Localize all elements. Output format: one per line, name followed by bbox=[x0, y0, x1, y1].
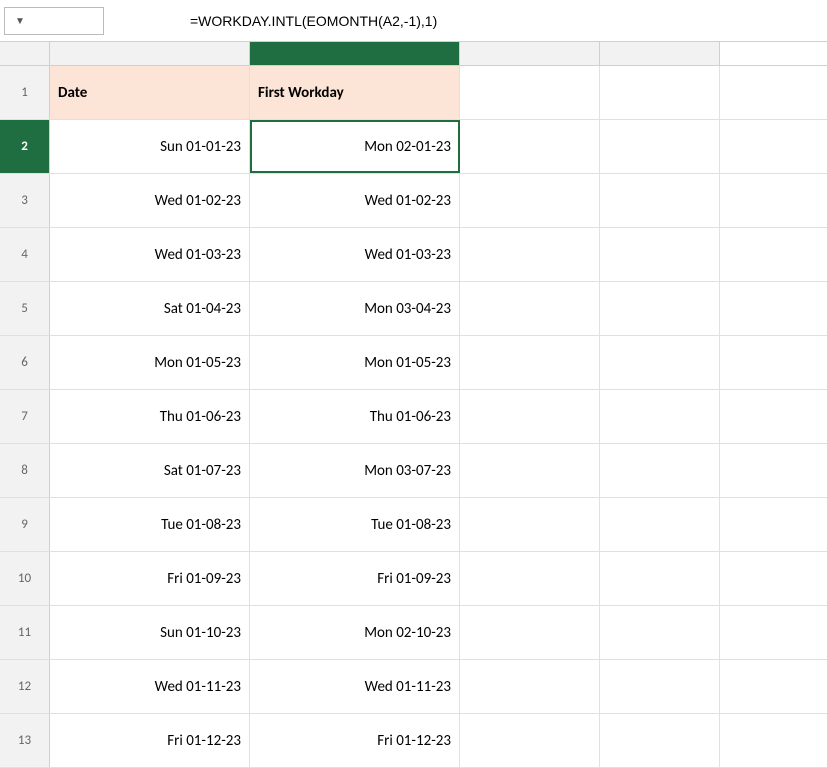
col-header-b[interactable] bbox=[250, 42, 460, 65]
cell-b-10[interactable]: Fri 01-09-23 bbox=[250, 552, 460, 605]
cell-a-9[interactable]: Tue 01-08-23 bbox=[50, 498, 250, 551]
cell-a-12[interactable]: Wed 01-11-23 bbox=[50, 660, 250, 713]
grid-rows: 1 Date First Workday 2 Sun 01-01-23 Mon … bbox=[0, 66, 827, 768]
table-row: 1 Date First Workday bbox=[0, 66, 827, 120]
cell-d-5[interactable] bbox=[600, 282, 720, 335]
cell-c-6[interactable] bbox=[460, 336, 600, 389]
row-number-11: 11 bbox=[0, 606, 50, 659]
cell-a-13[interactable]: Fri 01-12-23 bbox=[50, 714, 250, 767]
cell-c-4[interactable] bbox=[460, 228, 600, 281]
cell-b-6[interactable]: Mon 01-05-23 bbox=[250, 336, 460, 389]
row-number-3: 3 bbox=[0, 174, 50, 227]
cell-d-6[interactable] bbox=[600, 336, 720, 389]
table-row: 12 Wed 01-11-23 Wed 01-11-23 bbox=[0, 660, 827, 714]
cell-c-8[interactable] bbox=[460, 444, 600, 497]
cell-b-2[interactable]: Mon 02-01-23 bbox=[250, 120, 460, 173]
formula-ellipsis-button[interactable] bbox=[110, 10, 132, 32]
cell-d-7[interactable] bbox=[600, 390, 720, 443]
cell-b-8[interactable]: Mon 03-07-23 bbox=[250, 444, 460, 497]
cell-d-10[interactable] bbox=[600, 552, 720, 605]
row-number-8: 8 bbox=[0, 444, 50, 497]
cell-c-2[interactable] bbox=[460, 120, 600, 173]
formula-confirm-button[interactable] bbox=[158, 10, 180, 32]
col-header-d[interactable] bbox=[600, 42, 720, 65]
table-row: 4 Wed 01-03-23 Wed 01-03-23 bbox=[0, 228, 827, 282]
table-row: 5 Sat 01-04-23 Mon 03-04-23 bbox=[0, 282, 827, 336]
cell-a-1[interactable]: Date bbox=[50, 66, 250, 119]
cell-d-1[interactable] bbox=[600, 66, 720, 119]
cell-c-10[interactable] bbox=[460, 552, 600, 605]
cell-a-6[interactable]: Mon 01-05-23 bbox=[50, 336, 250, 389]
table-row: 7 Thu 01-06-23 Thu 01-06-23 bbox=[0, 390, 827, 444]
cell-c-12[interactable] bbox=[460, 660, 600, 713]
row-number-6: 6 bbox=[0, 336, 50, 389]
row-number-7: 7 bbox=[0, 390, 50, 443]
col-header-c[interactable] bbox=[460, 42, 600, 65]
cell-a-8[interactable]: Sat 01-07-23 bbox=[50, 444, 250, 497]
cell-a-10[interactable]: Fri 01-09-23 bbox=[50, 552, 250, 605]
formula-cancel-button[interactable] bbox=[134, 10, 156, 32]
cell-c-5[interactable] bbox=[460, 282, 600, 335]
cell-d-11[interactable] bbox=[600, 606, 720, 659]
cell-d-9[interactable] bbox=[600, 498, 720, 551]
spreadsheet-grid: 1 Date First Workday 2 Sun 01-01-23 Mon … bbox=[0, 42, 827, 768]
cell-b-13[interactable]: Fri 01-12-23 bbox=[250, 714, 460, 767]
cell-a-7[interactable]: Thu 01-06-23 bbox=[50, 390, 250, 443]
formula-bar-buttons bbox=[110, 10, 180, 32]
col-header-a[interactable] bbox=[50, 42, 250, 65]
cell-c-1[interactable] bbox=[460, 66, 600, 119]
row-number-10: 10 bbox=[0, 552, 50, 605]
column-headers-row bbox=[0, 42, 827, 66]
row-number-4: 4 bbox=[0, 228, 50, 281]
cell-d-2[interactable] bbox=[600, 120, 720, 173]
table-row: 10 Fri 01-09-23 Fri 01-09-23 bbox=[0, 552, 827, 606]
row-number-1: 1 bbox=[0, 66, 50, 119]
cell-b-7[interactable]: Thu 01-06-23 bbox=[250, 390, 460, 443]
table-row: 6 Mon 01-05-23 Mon 01-05-23 bbox=[0, 336, 827, 390]
cell-a-3[interactable]: Wed 01-02-23 bbox=[50, 174, 250, 227]
row-number-5: 5 bbox=[0, 282, 50, 335]
row-number-12: 12 bbox=[0, 660, 50, 713]
table-row: 8 Sat 01-07-23 Mon 03-07-23 bbox=[0, 444, 827, 498]
cell-a-11[interactable]: Sun 01-10-23 bbox=[50, 606, 250, 659]
cell-a-4[interactable]: Wed 01-03-23 bbox=[50, 228, 250, 281]
cell-c-9[interactable] bbox=[460, 498, 600, 551]
cell-name-box[interactable]: ▼ bbox=[4, 7, 104, 35]
table-row: 13 Fri 01-12-23 Fri 01-12-23 bbox=[0, 714, 827, 768]
formula-input[interactable] bbox=[186, 7, 823, 35]
cell-d-13[interactable] bbox=[600, 714, 720, 767]
row-number-13: 13 bbox=[0, 714, 50, 767]
cell-c-11[interactable] bbox=[460, 606, 600, 659]
cell-c-3[interactable] bbox=[460, 174, 600, 227]
cell-b-1[interactable]: First Workday bbox=[250, 66, 460, 119]
cell-b-5[interactable]: Mon 03-04-23 bbox=[250, 282, 460, 335]
cell-b-9[interactable]: Tue 01-08-23 bbox=[250, 498, 460, 551]
cell-a-2[interactable]: Sun 01-01-23 bbox=[50, 120, 250, 173]
row-number-9: 9 bbox=[0, 498, 50, 551]
cell-b-12[interactable]: Wed 01-11-23 bbox=[250, 660, 460, 713]
row-number-2: 2 bbox=[0, 120, 50, 173]
corner-header bbox=[0, 42, 50, 65]
table-row: 3 Wed 01-02-23 Wed 01-02-23 bbox=[0, 174, 827, 228]
cell-d-3[interactable] bbox=[600, 174, 720, 227]
cell-b-4[interactable]: Wed 01-03-23 bbox=[250, 228, 460, 281]
cell-b-11[interactable]: Mon 02-10-23 bbox=[250, 606, 460, 659]
cell-a-5[interactable]: Sat 01-04-23 bbox=[50, 282, 250, 335]
cell-c-7[interactable] bbox=[460, 390, 600, 443]
formula-bar: ▼ bbox=[0, 0, 827, 42]
name-box-dropdown-icon[interactable]: ▼ bbox=[15, 14, 25, 27]
table-row: 2 Sun 01-01-23 Mon 02-01-23 bbox=[0, 120, 827, 174]
table-row: 11 Sun 01-10-23 Mon 02-10-23 bbox=[0, 606, 827, 660]
cell-d-12[interactable] bbox=[600, 660, 720, 713]
cell-b-3[interactable]: Wed 01-02-23 bbox=[250, 174, 460, 227]
table-row: 9 Tue 01-08-23 Tue 01-08-23 bbox=[0, 498, 827, 552]
cell-c-13[interactable] bbox=[460, 714, 600, 767]
cell-d-4[interactable] bbox=[600, 228, 720, 281]
cell-d-8[interactable] bbox=[600, 444, 720, 497]
